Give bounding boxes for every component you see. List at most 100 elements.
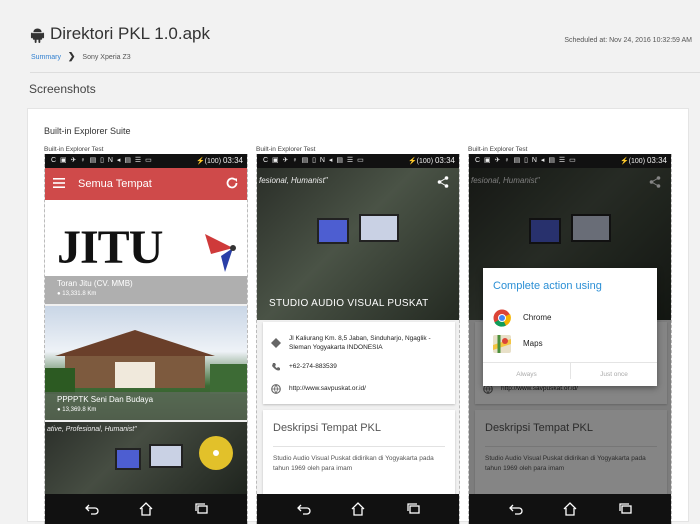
battery-level: 100	[419, 158, 431, 165]
status-right: ⚡(100) 03:34	[195, 156, 243, 165]
screenshot-label: Built-in Explorer Test	[44, 146, 104, 153]
section-title: Screenshots	[29, 82, 96, 96]
description-body: Studio Audio Visual Puskat didirikan di …	[273, 455, 434, 472]
chooser-dialog: Complete action using Chrome Maps Always…	[483, 268, 657, 386]
suite-title: Built-in Explorer Suite	[44, 126, 131, 136]
screenshot-label: Built-in Explorer Test	[256, 146, 316, 153]
option-chrome[interactable]: Chrome	[493, 308, 643, 328]
recent-apps-icon[interactable]	[407, 502, 421, 516]
globe-icon	[271, 384, 281, 394]
website-text: http://www.savpuskat.or.id/	[289, 385, 366, 392]
always-button[interactable]: Always	[483, 371, 570, 378]
back-icon[interactable]	[297, 502, 311, 516]
phone-screen: C ▣ ✈ ♀ ▤ ▯ N ◂ ▤ ☰ ▭ ⚡(100) 03:34 fesio…	[256, 154, 460, 524]
app-bar-title: Semua Tempat	[78, 178, 152, 190]
building-photo	[45, 330, 247, 394]
description-heading: Deskripsi Tempat PKL	[273, 422, 382, 434]
screenshot-label: Built-in Explorer Test	[468, 146, 528, 153]
address-text: Jl Kaliurang Km. 8,5 Jaban, Sinduharjo, …	[289, 335, 431, 351]
clock: 03:34	[434, 156, 455, 165]
directions-icon	[271, 338, 281, 348]
report-page: Direktori PKL 1.0.apk Summary ❯ Sony Xpe…	[0, 0, 700, 524]
monitor-image	[149, 444, 183, 468]
battery-level: 100	[631, 158, 643, 165]
place-distance: ● 13,369.8 Km	[57, 407, 97, 413]
screenshot-1[interactable]: Built-in Explorer Test C ▣ ✈ ♀ ▤ ▯ N ◂ ▤…	[44, 146, 248, 524]
breadcrumb-device: Sony Xperia Z3	[82, 54, 131, 61]
battery-icon: ⚡(	[195, 158, 207, 165]
compass-logo-icon	[205, 234, 236, 272]
place-distance: ● 13,331.8 Km	[57, 291, 97, 297]
place-tile-jitu[interactable]: JITU Toran Jitu (CV. MMB) ● 13,331.8 Km	[45, 200, 247, 304]
clock: 03:34	[222, 156, 243, 165]
place-name: PPPPTK Seni Dan Budaya	[57, 395, 154, 404]
hero-caption: STUDIO AUDIO VISUAL PUSKAT	[269, 298, 429, 309]
phone-screen: C ▣ ✈ ♀ ▤ ▯ N ◂ ▤ ☰ ▭ ⚡(100) 03:34 fesio…	[468, 154, 672, 524]
battery-icon: ⚡(	[407, 158, 419, 165]
screenshot-3[interactable]: Built-in Explorer Test C ▣ ✈ ♀ ▤ ▯ N ◂ ▤…	[468, 146, 672, 524]
app-bar: Semua Tempat	[45, 168, 247, 200]
chrome-icon	[493, 309, 511, 327]
scheduled-timestamp: Scheduled at: Nov 24, 2016 10:32:59 AM	[564, 37, 692, 44]
dialog-buttons: Always Just once	[483, 362, 657, 386]
status-bar: C ▣ ✈ ♀ ▤ ▯ N ◂ ▤ ☰ ▭ ⚡(100) 03:34	[257, 154, 459, 168]
phone-text: +62-274-883539	[289, 363, 337, 370]
place-caption: PPPPTK Seni Dan Budaya ● 13,369.8 Km	[45, 392, 247, 420]
place-name: Toran Jitu (CV. MMB)	[57, 279, 133, 288]
status-right: ⚡(100) 03:34	[619, 156, 667, 165]
breadcrumb: Summary ❯ Sony Xperia Z3	[31, 51, 131, 62]
dialog-title: Complete action using	[493, 280, 602, 292]
share-icon[interactable]	[437, 176, 449, 188]
status-bar: C ▣ ✈ ♀ ▤ ▯ N ◂ ▤ ☰ ▭ ⚡(100) 03:34	[469, 154, 671, 168]
monitor-image	[317, 218, 349, 244]
refresh-icon[interactable]	[225, 176, 239, 190]
chevron-right-icon: ❯	[67, 51, 76, 61]
status-icons: C ▣ ✈ ♀ ▤ ▯ N ◂ ▤ ☰ ▭	[263, 157, 365, 164]
option-maps[interactable]: Maps	[493, 334, 643, 354]
battery-level: 100	[207, 158, 219, 165]
back-icon[interactable]	[85, 502, 99, 516]
slogan-text: ative, Profesional, Humanist"	[47, 426, 137, 433]
system-nav-bar	[257, 494, 459, 524]
system-nav-bar	[469, 494, 671, 524]
screenshot-2[interactable]: Built-in Explorer Test C ▣ ✈ ♀ ▤ ▯ N ◂ ▤…	[256, 146, 460, 524]
report-header: Direktori PKL 1.0.apk Summary ❯ Sony Xpe…	[0, 0, 700, 72]
divider	[273, 446, 445, 447]
android-icon	[30, 28, 45, 43]
slogan-text: fesional, Humanist"	[259, 176, 328, 185]
back-icon[interactable]	[509, 502, 523, 516]
recent-apps-icon[interactable]	[195, 502, 209, 516]
description-card: Deskripsi Tempat PKL Studio Audio Visual…	[263, 410, 455, 495]
locate-icon	[213, 450, 219, 456]
home-icon[interactable]	[139, 502, 153, 516]
status-icons: C ▣ ✈ ♀ ▤ ▯ N ◂ ▤ ☰ ▭	[51, 157, 153, 164]
battery-icon: ⚡(	[619, 158, 631, 165]
monitor-image	[359, 214, 399, 242]
maps-icon	[493, 335, 511, 353]
app-title: Direktori PKL 1.0.apk	[50, 24, 210, 43]
clock: 03:34	[646, 156, 667, 165]
option-label: Maps	[523, 339, 543, 348]
status-right: ⚡(100) 03:34	[407, 156, 455, 165]
location-fab[interactable]	[199, 436, 233, 470]
recent-apps-icon[interactable]	[619, 502, 633, 516]
header-divider	[30, 72, 700, 73]
monitor-image	[115, 448, 141, 470]
system-nav-bar	[45, 494, 247, 524]
status-bar: C ▣ ✈ ♀ ▤ ▯ N ◂ ▤ ☰ ▭ ⚡(100) 03:34	[45, 154, 247, 168]
place-tile-pppptk[interactable]: PPPPTK Seni Dan Budaya ● 13,369.8 Km	[45, 306, 247, 420]
hero-image: fesional, Humanist" STUDIO AUDIO VISUAL …	[257, 168, 459, 320]
info-card: Jl Kaliurang Km. 8,5 Jaban, Sinduharjo, …	[263, 322, 455, 404]
breadcrumb-summary-link[interactable]: Summary	[31, 54, 61, 61]
phone-screen: C ▣ ✈ ♀ ▤ ▯ N ◂ ▤ ☰ ▭ ⚡(100) 03:34 Semua…	[44, 154, 248, 524]
place-caption: Toran Jitu (CV. MMB) ● 13,331.8 Km	[45, 276, 247, 304]
home-icon[interactable]	[563, 502, 577, 516]
phone-icon	[272, 363, 280, 371]
jitu-logo: JITU	[57, 221, 163, 274]
menu-icon[interactable]	[53, 177, 65, 189]
status-icons: C ▣ ✈ ♀ ▤ ▯ N ◂ ▤ ☰ ▭	[475, 157, 577, 164]
home-icon[interactable]	[351, 502, 365, 516]
option-label: Chrome	[523, 313, 552, 322]
screenshots-card: Built-in Explorer Suite Built-in Explore…	[27, 108, 689, 524]
just-once-button[interactable]: Just once	[570, 363, 657, 379]
